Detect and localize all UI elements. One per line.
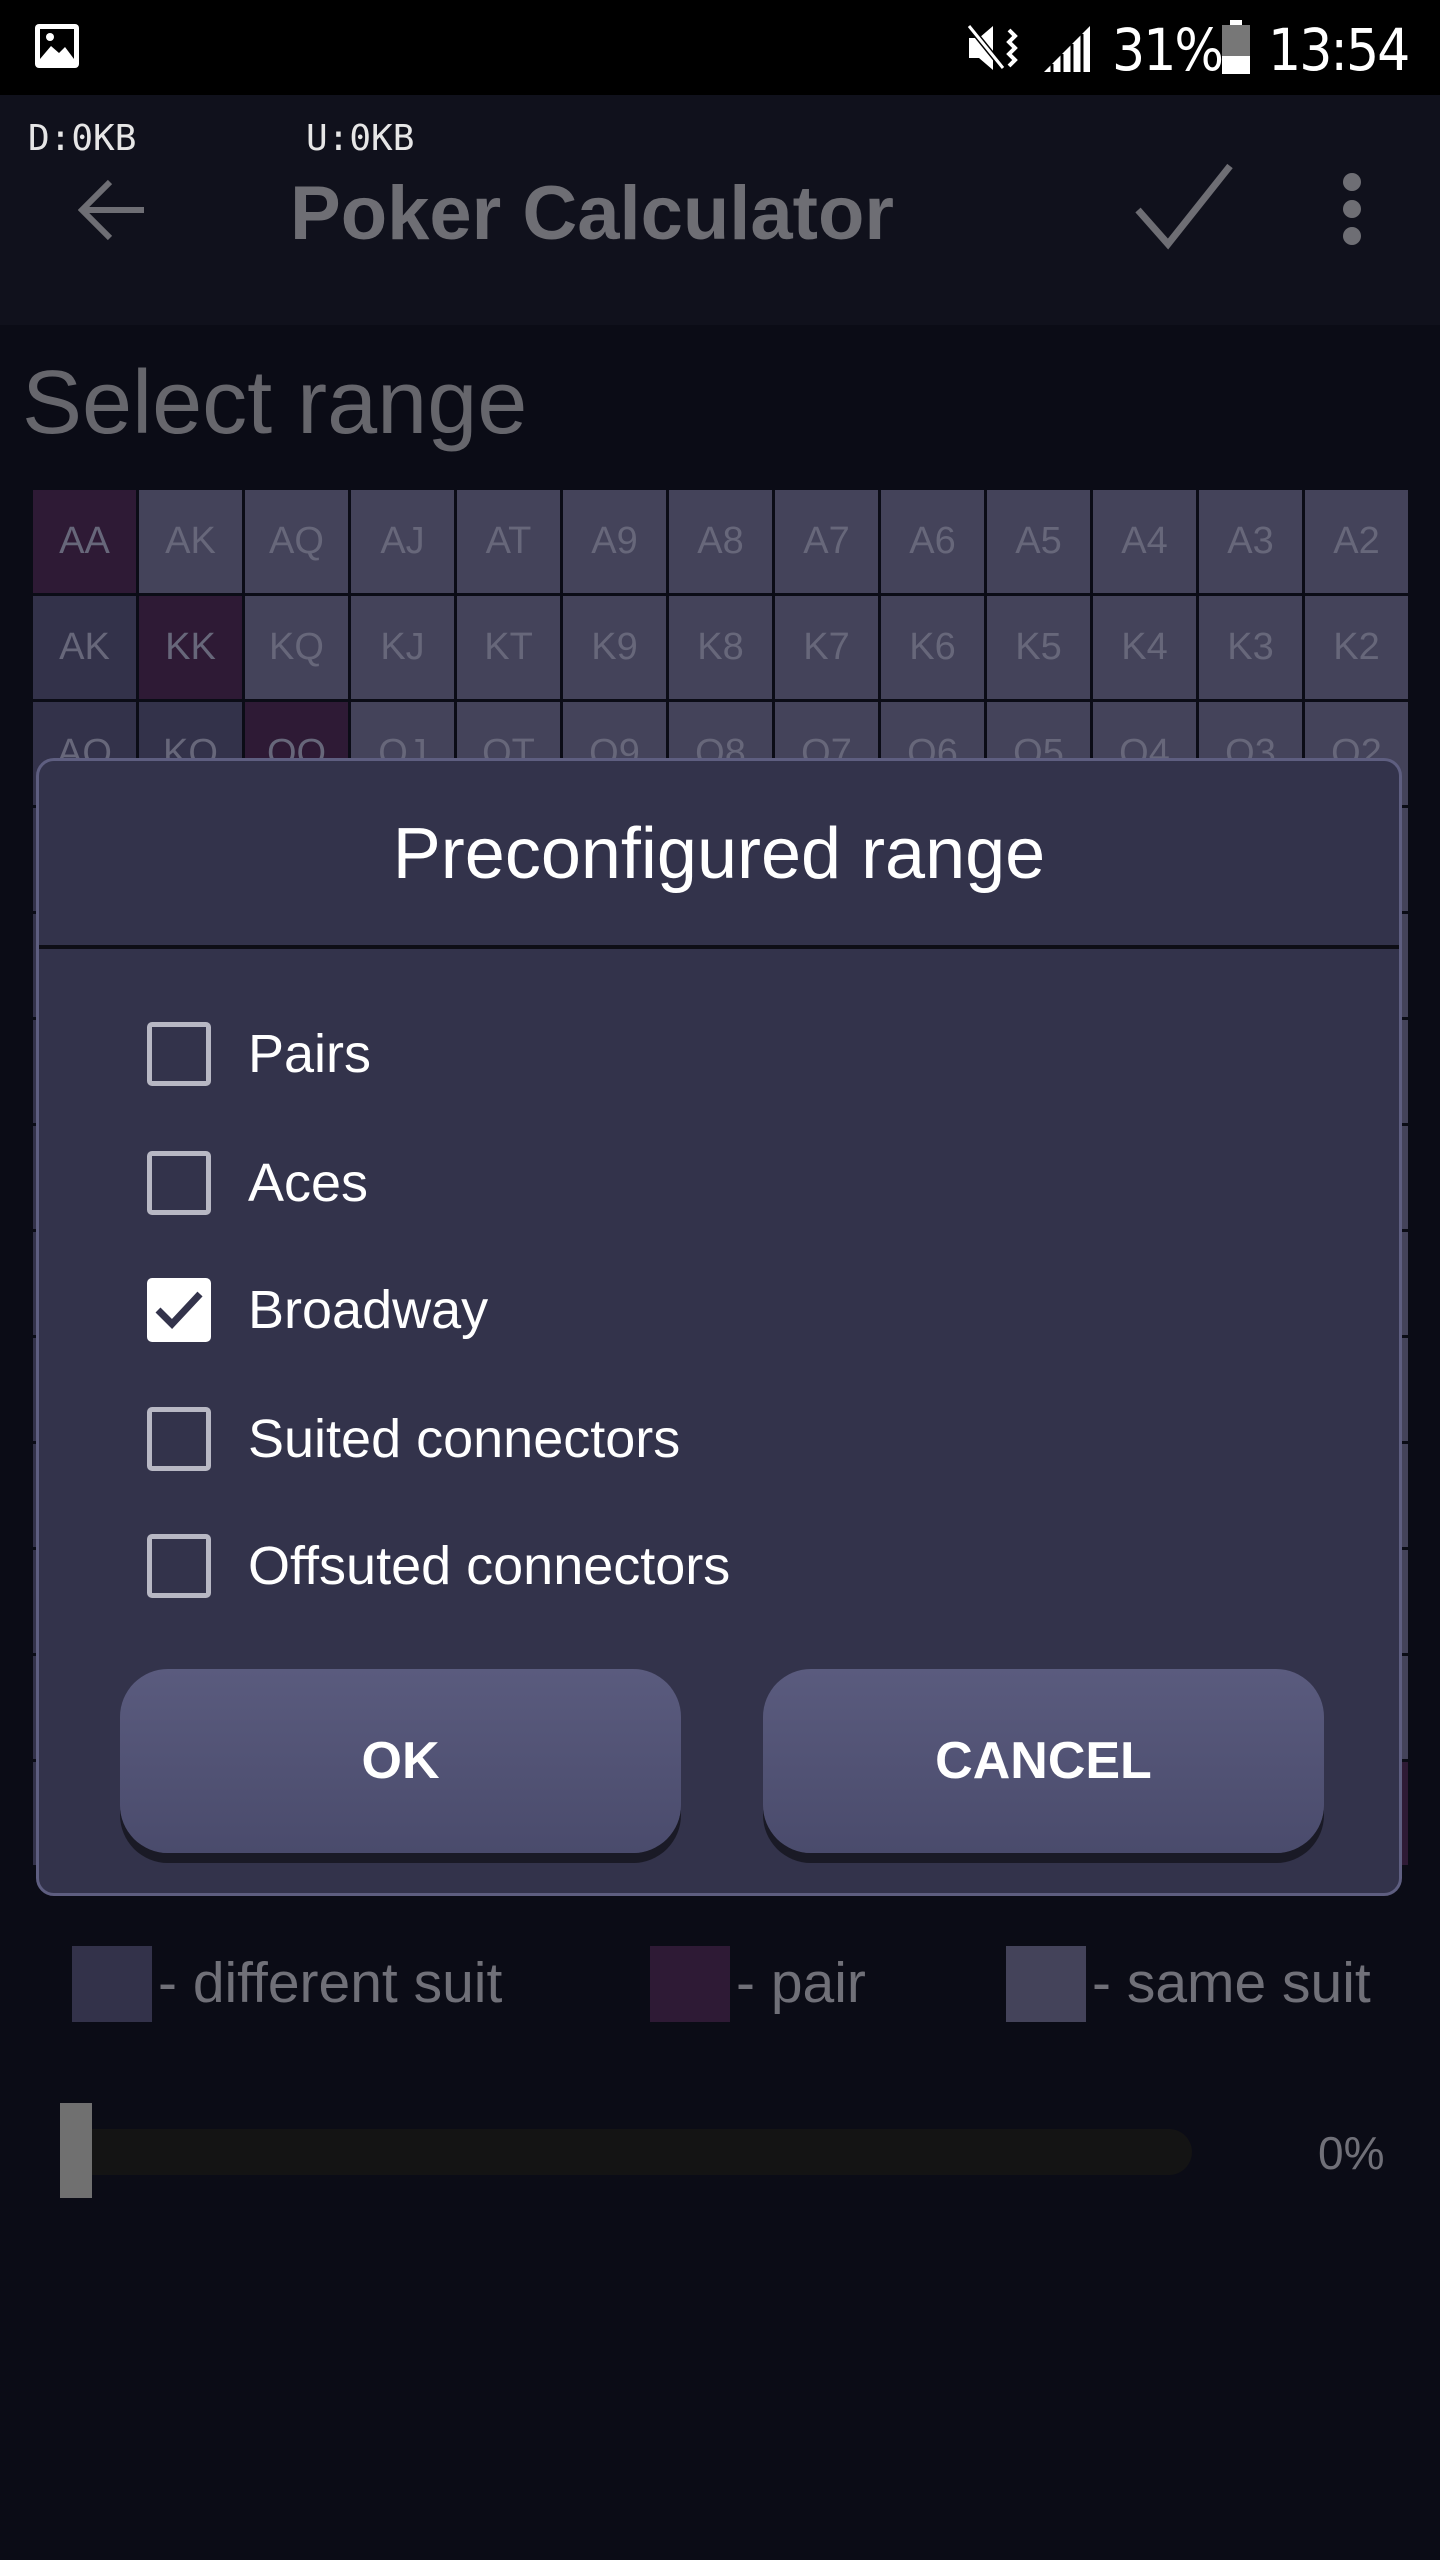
divider [39, 945, 1399, 949]
hand-cell-suited[interactable]: A7 [775, 490, 878, 593]
hand-cell-suited[interactable]: A9 [563, 490, 666, 593]
status-bar: 31% 13:54 [0, 0, 1440, 95]
hand-cell-offsuit[interactable]: AK [33, 596, 136, 699]
hand-cell-suited[interactable]: A2 [1305, 490, 1408, 593]
checkbox[interactable] [147, 1022, 211, 1086]
option-label: Pairs [248, 1024, 372, 1084]
option-broadway[interactable]: Broadway [147, 1270, 488, 1350]
checkbox[interactable] [147, 1534, 211, 1598]
option-label: Aces [248, 1153, 369, 1213]
hand-cell-suited[interactable]: K9 [563, 596, 666, 699]
option-pairs[interactable]: Pairs [147, 1014, 371, 1094]
option-label: Broadway [248, 1280, 489, 1340]
pair-swatch [650, 1946, 730, 2022]
download-speed: D:0KB [28, 118, 137, 159]
ok-button[interactable]: OK [120, 1669, 681, 1853]
option-suited-connectors[interactable]: Suited connectors [147, 1399, 680, 1479]
more-vert-icon[interactable] [1338, 172, 1366, 246]
signal-icon [1044, 26, 1090, 72]
app-title: Poker Calculator [290, 171, 894, 256]
battery-icon [1222, 20, 1250, 74]
hand-cell-suited[interactable]: K2 [1305, 596, 1408, 699]
hand-cell-suited[interactable]: A3 [1199, 490, 1302, 593]
hand-cell-pair[interactable]: KK [139, 596, 242, 699]
range-slider[interactable] [60, 2129, 1192, 2175]
legend-different-suit: - different suit [158, 1951, 503, 2015]
clock: 13:54 [1268, 16, 1410, 84]
battery-percent: 31% [1112, 16, 1224, 84]
checkbox[interactable] [147, 1278, 211, 1342]
hand-cell-suited[interactable]: K4 [1093, 596, 1196, 699]
range-percent: 0% [1318, 2127, 1385, 2179]
mute-vibrate-icon [966, 24, 1018, 70]
option-label: Offsuted connectors [248, 1536, 731, 1596]
option-label: Suited connectors [248, 1409, 681, 1469]
hand-cell-suited[interactable]: K6 [881, 596, 984, 699]
option-offsuted-connectors[interactable]: Offsuted connectors [147, 1526, 730, 1606]
hand-cell-suited[interactable]: AQ [245, 490, 348, 593]
checkmark-icon [155, 1291, 203, 1330]
hand-cell-suited[interactable]: A4 [1093, 490, 1196, 593]
hand-cell-suited[interactable]: K3 [1199, 596, 1302, 699]
page-heading: Select range [22, 353, 528, 453]
upload-speed: U:0KB [306, 118, 415, 159]
hand-cell-suited[interactable]: A5 [987, 490, 1090, 593]
hand-cell-suited[interactable]: K5 [987, 596, 1090, 699]
hand-cell-suited[interactable]: AT [457, 490, 560, 593]
hand-cell-suited[interactable]: AK [139, 490, 242, 593]
legend-same-suit: - same suit [1092, 1951, 1371, 2015]
dialog-title: Preconfigured range [392, 814, 1046, 894]
range-slider-thumb[interactable] [60, 2103, 92, 2198]
hand-cell-suited[interactable]: AJ [351, 490, 454, 593]
hand-cell-suited[interactable]: K7 [775, 596, 878, 699]
back-arrow-icon[interactable] [78, 178, 146, 242]
hand-cell-suited[interactable]: A8 [669, 490, 772, 593]
different-suit-swatch [72, 1946, 152, 2022]
legend-pair: - pair [736, 1951, 866, 2015]
hand-cell-suited[interactable]: KJ [351, 596, 454, 699]
checkbox[interactable] [147, 1407, 211, 1471]
check-icon[interactable] [1134, 160, 1234, 250]
preconfigured-range-dialog: Preconfigured range Pairs Aces Broadway Sui… [36, 758, 1402, 1896]
hand-cell-suited[interactable]: K8 [669, 596, 772, 699]
cancel-button[interactable]: CANCEL [763, 1669, 1324, 1853]
hand-cell-suited[interactable]: KQ [245, 596, 348, 699]
hand-cell-pair[interactable]: AA [33, 490, 136, 593]
image-icon [35, 24, 79, 68]
checkbox[interactable] [147, 1151, 211, 1215]
hand-cell-suited[interactable]: A6 [881, 490, 984, 593]
hand-cell-suited[interactable]: KT [457, 596, 560, 699]
option-aces[interactable]: Aces [147, 1143, 368, 1223]
same-suit-swatch [1006, 1946, 1086, 2022]
